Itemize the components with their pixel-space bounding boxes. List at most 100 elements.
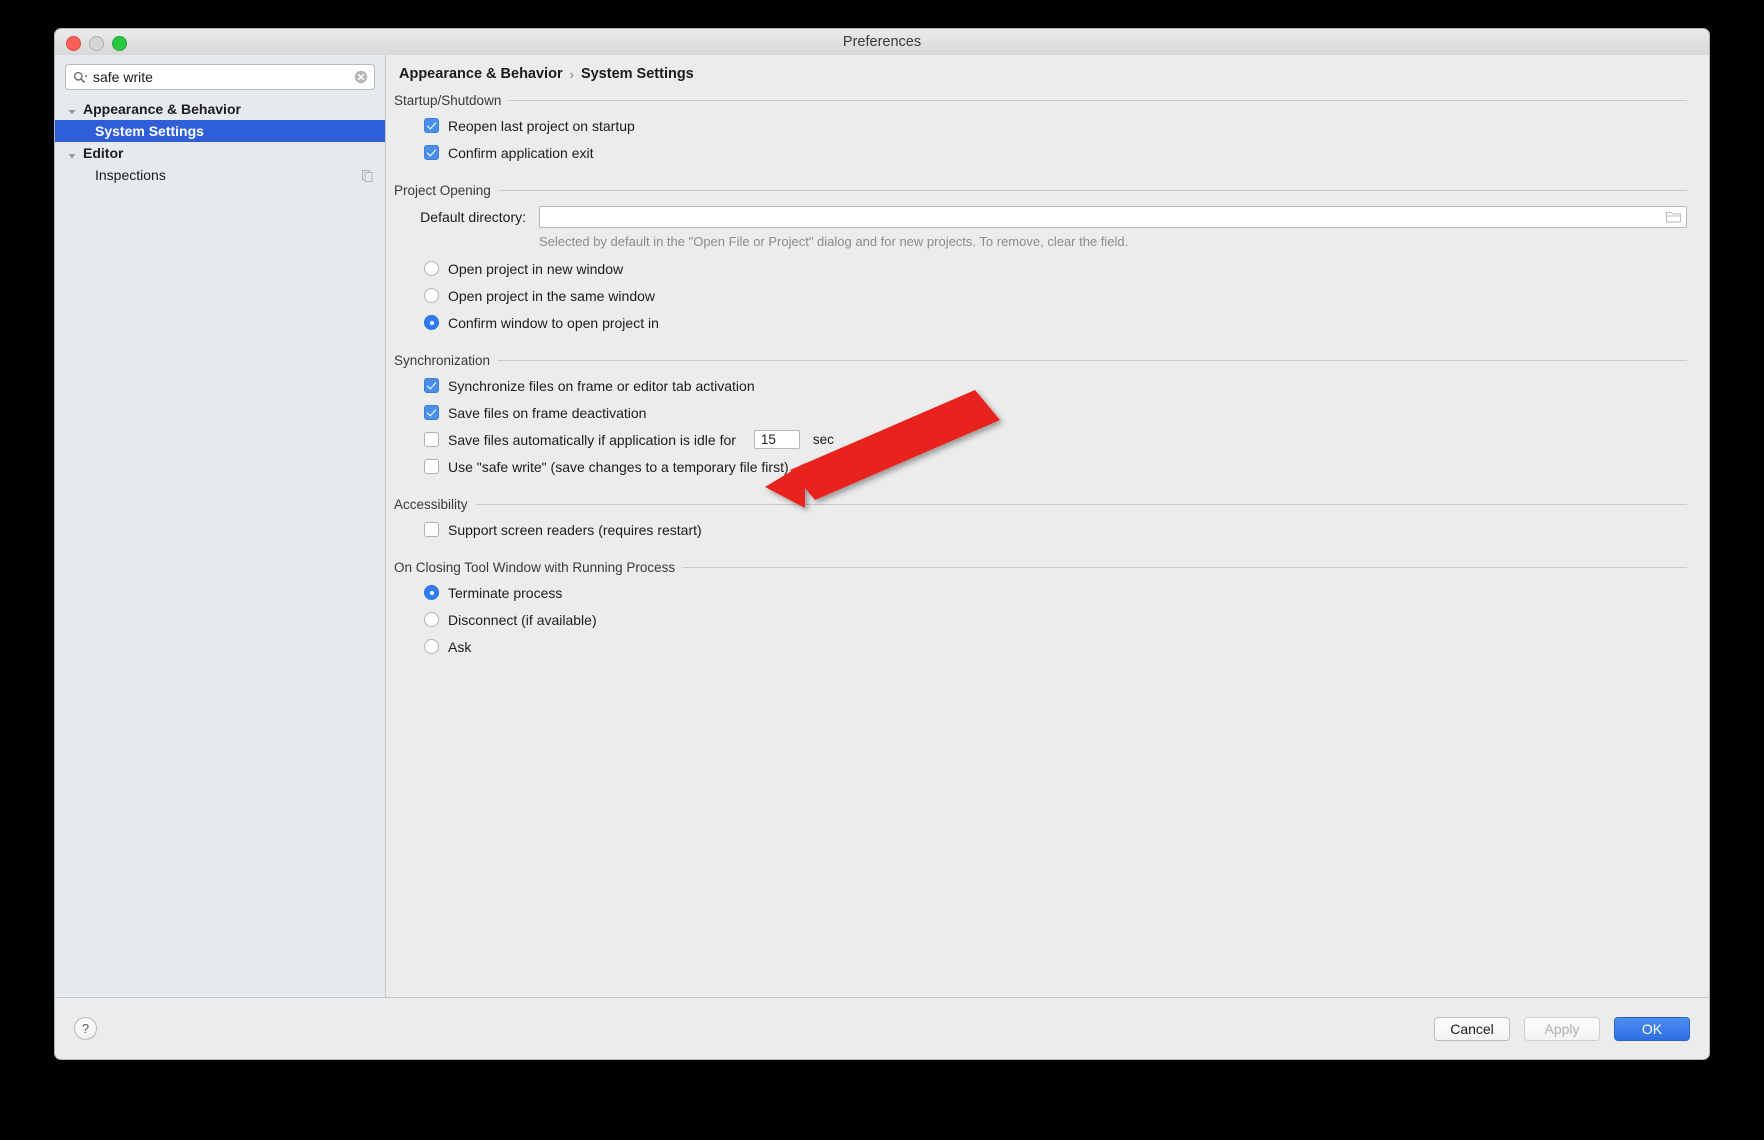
radio-label: Open project in new window [448,260,624,277]
group-accessibility: Accessibility Support screen readers (re… [394,497,1687,543]
radio-row-open-project-same-window[interactable]: Open project in the same window [394,282,1687,309]
group-divider [475,504,1687,505]
radio-label: Ask [448,638,472,655]
group-title: Synchronization [394,353,491,368]
breadcrumb: Appearance & Behavior › System Settings [399,66,694,82]
radio-row-open-project-new-window[interactable]: Open project in new window [394,255,1687,282]
dialog-footer: ? Cancel Apply OK [55,997,1709,1059]
radio-label: Confirm window to open project in [448,314,659,331]
search-input[interactable]: safe write [65,64,375,90]
radio-disconnect[interactable] [424,612,439,627]
radio-confirm-window-to-open-project-in[interactable] [424,315,439,330]
group-title: Accessibility [394,497,468,512]
sidebar-item-editor[interactable]: Editor [55,142,385,164]
idle-seconds-input[interactable]: 15 [753,430,800,449]
radio-label: Terminate process [448,584,563,601]
checkbox-label: Synchronize files on frame or editor tab… [448,377,755,394]
window-titlebar: Preferences [55,29,1709,56]
default-directory-label: Default directory: [420,209,526,225]
radio-open-project-same-window[interactable] [424,288,439,303]
help-button[interactable]: ? [74,1017,97,1040]
screen: Preferences safe write Appearance & Beha… [0,0,1764,1140]
chevron-down-icon[interactable] [67,148,77,159]
settings-sidebar: safe write Appearance & Behavior System … [55,55,386,998]
radio-row-confirm-window-to-open-project-in[interactable]: Confirm window to open project in [394,309,1687,336]
checkbox-synchronize-files[interactable] [424,378,439,393]
checkbox-save-files-on-frame-deactivation[interactable] [424,405,439,420]
default-directory-row: Default directory: [394,202,1687,232]
default-directory-hint: Selected by default in the "Open File or… [539,234,1129,249]
checkbox-support-screen-readers[interactable] [424,522,439,537]
default-directory-input[interactable] [539,206,1687,228]
checkbox-reopen-last-project[interactable] [424,118,439,133]
group-divider [683,567,1687,568]
folder-browse-icon[interactable] [1665,210,1682,226]
radio-ask[interactable] [424,639,439,654]
checkbox-row-save-files-on-frame-deactivation[interactable]: Save files on frame deactivation [394,399,1687,426]
group-on-closing-tool-window: On Closing Tool Window with Running Proc… [394,560,1687,660]
checkbox-save-files-automatically[interactable] [424,432,439,447]
radio-row-ask[interactable]: Ask [394,633,1687,660]
radio-terminate-process[interactable] [424,585,439,600]
checkbox-label: Support screen readers (requires restart… [448,521,702,538]
breadcrumb-current: System Settings [580,66,694,82]
checkbox-row-support-screen-readers[interactable]: Support screen readers (requires restart… [394,516,1687,543]
sidebar-item-label: Inspections [95,167,166,183]
sidebar-item-system-settings[interactable]: System Settings [55,120,385,142]
group-title: On Closing Tool Window with Running Proc… [394,560,676,575]
search-icon [73,71,88,84]
sidebar-item-appearance-behavior[interactable]: Appearance & Behavior [55,98,385,120]
sidebar-item-label: Editor [83,145,124,161]
preferences-window: Preferences safe write Appearance & Beha… [54,28,1710,1060]
settings-main-panel: Appearance & Behavior › System Settings … [386,55,1709,998]
clear-circle-icon[interactable] [354,70,368,84]
window-title: Preferences [842,34,922,50]
group-header: Startup/Shutdown [394,93,1687,108]
group-header: Accessibility [394,497,1687,512]
apply-button[interactable]: Apply [1524,1016,1600,1041]
radio-row-terminate-process[interactable]: Terminate process [394,579,1687,606]
sidebar-item-inspections[interactable]: Inspections [55,164,385,186]
group-title: Startup/Shutdown [394,93,502,108]
group-header: Project Opening [394,183,1687,198]
checkbox-label: Confirm application exit [448,144,594,161]
checkbox-row-save-files-automatically[interactable]: Save files automatically if application … [394,426,1687,453]
checkbox-row-confirm-application-exit[interactable]: Confirm application exit [394,139,1687,166]
checkbox-row-use-safe-write[interactable]: Use "safe write" (save changes to a temp… [394,453,1687,480]
group-header: Synchronization [394,353,1687,368]
breadcrumb-parent[interactable]: Appearance & Behavior [399,66,563,82]
checkbox-label: Save files automatically if application … [448,431,736,448]
checkbox-use-safe-write[interactable] [424,459,439,474]
settings-content: Startup/Shutdown Reopen last project on … [386,89,1709,998]
ok-button[interactable]: OK [1614,1016,1690,1041]
checkbox-row-synchronize-files[interactable]: Synchronize files on frame or editor tab… [394,372,1687,399]
settings-tree: Appearance & Behavior System Settings Ed… [55,98,385,186]
group-divider [498,190,1687,191]
search-value: safe write [93,69,153,85]
chevron-down-icon[interactable] [67,104,77,115]
checkbox-confirm-application-exit[interactable] [424,145,439,160]
group-startup-shutdown: Startup/Shutdown Reopen last project on … [394,93,1687,166]
radio-row-disconnect[interactable]: Disconnect (if available) [394,606,1687,633]
group-synchronization: Synchronization Synchronize files on fra… [394,353,1687,480]
sidebar-item-label: Appearance & Behavior [83,101,241,117]
group-divider [509,100,1687,101]
checkbox-label: Save files on frame deactivation [448,404,647,421]
checkbox-label: Reopen last project on startup [448,117,635,134]
group-project-opening: Project Opening Default directory: Selec… [394,183,1687,336]
sidebar-item-label: System Settings [95,123,204,139]
breadcrumb-separator-icon: › [569,66,574,82]
radio-label: Open project in the same window [448,287,655,304]
group-title: Project Opening [394,183,491,198]
group-header: On Closing Tool Window with Running Proc… [394,560,1687,575]
radio-open-project-new-window[interactable] [424,261,439,276]
radio-label: Disconnect (if available) [448,611,597,628]
group-divider [498,360,1687,361]
search-area: safe write [55,55,385,96]
idle-seconds-unit-label: sec [812,432,834,447]
checkbox-row-reopen-last-project[interactable]: Reopen last project on startup [394,112,1687,139]
checkbox-label: Use "safe write" (save changes to a temp… [448,458,789,475]
copy-icon[interactable] [362,169,373,187]
window-body: safe write Appearance & Behavior System … [55,55,1709,998]
cancel-button[interactable]: Cancel [1434,1016,1510,1041]
